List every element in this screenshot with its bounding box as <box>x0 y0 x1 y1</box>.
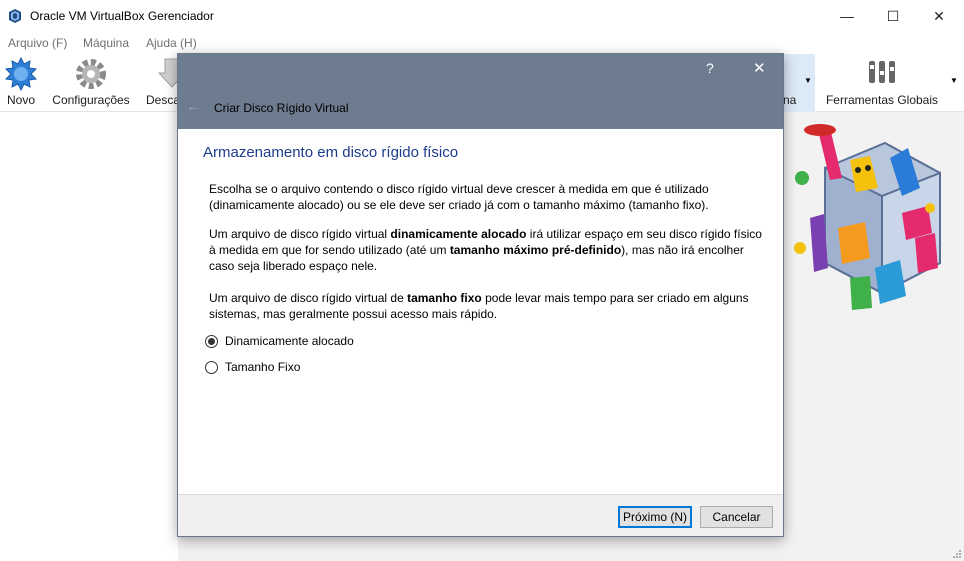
title-bar: Oracle VM VirtualBox Gerenciador — ☐ ✕ <box>0 0 964 32</box>
menu-maquina[interactable]: Máquina <box>83 36 129 50</box>
close-window-button[interactable]: ✕ <box>916 0 962 32</box>
dialog-footer: Próximo (N) Cancelar <box>178 494 783 536</box>
next-button[interactable]: Próximo (N) <box>618 506 692 528</box>
page-title: Armazenamento em disco rígido físico <box>203 144 459 161</box>
minimize-button[interactable]: — <box>824 0 870 32</box>
machine-tools-dropdown[interactable]: ▼ <box>802 54 815 112</box>
menu-bar: Arquivo (F) Máquina Ajuda (H) <box>0 32 964 54</box>
resize-grip-icon[interactable] <box>952 549 962 559</box>
descartar-button[interactable]: Desca <box>142 54 178 112</box>
radio-button-checked[interactable] <box>205 335 218 348</box>
menu-ajuda[interactable]: Ajuda (H) <box>146 36 197 50</box>
cancel-button[interactable]: Cancelar <box>700 506 773 528</box>
novo-button[interactable]: Novo <box>2 54 40 112</box>
discard-arrow-icon <box>157 58 178 88</box>
dynamic-description-paragraph: Um arquivo de disco rígido virtual dinam… <box>209 227 762 273</box>
virtualbox-mascot-image <box>794 124 941 310</box>
create-virtual-hard-disk-dialog: ? ✕ ← Criar Disco Rígido Virtual Armazen… <box>177 53 784 537</box>
global-tools-icon <box>869 61 895 83</box>
gear-icon <box>76 59 106 89</box>
novo-label: Novo <box>6 93 35 107</box>
ferramentas-globais-label: Ferramentas Globais <box>825 93 939 107</box>
help-button[interactable]: ? <box>706 60 714 76</box>
global-tools-dropdown[interactable]: ▼ <box>948 54 960 112</box>
new-machine-icon <box>4 57 38 91</box>
chevron-down-icon: ▼ <box>804 76 812 85</box>
descartar-label: Desca <box>146 93 178 107</box>
window-title: Oracle VM VirtualBox Gerenciador <box>30 9 214 23</box>
ferramentas-globais-button[interactable]: Ferramentas Globais <box>818 54 946 112</box>
virtualbox-logo-icon <box>9 9 21 23</box>
dialog-content: Armazenamento em disco rígido físico Esc… <box>178 129 783 494</box>
menu-arquivo[interactable]: Arquivo (F) <box>8 36 67 50</box>
radio-label[interactable]: Dinamicamente alocado <box>225 334 354 348</box>
chevron-down-icon: ▼ <box>950 76 958 85</box>
radio-button[interactable] <box>205 361 218 374</box>
dialog-title: Criar Disco Rígido Virtual <box>214 101 349 115</box>
radio-label[interactable]: Tamanho Fixo <box>225 360 300 374</box>
dialog-close-button[interactable]: ✕ <box>753 59 766 77</box>
back-arrow-icon[interactable]: ← <box>186 98 200 114</box>
configuracoes-label: Configurações <box>52 93 130 107</box>
configuracoes-button[interactable]: Configurações <box>48 54 134 112</box>
dialog-header: ? ✕ ← Criar Disco Rígido Virtual <box>178 54 783 129</box>
machine-list-pane[interactable] <box>0 112 178 561</box>
description-paragraph: Escolha se o arquivo contendo o disco rí… <box>209 182 709 212</box>
fixed-description-paragraph: Um arquivo de disco rígido virtual de ta… <box>209 291 749 321</box>
maximize-button[interactable]: ☐ <box>870 0 916 32</box>
